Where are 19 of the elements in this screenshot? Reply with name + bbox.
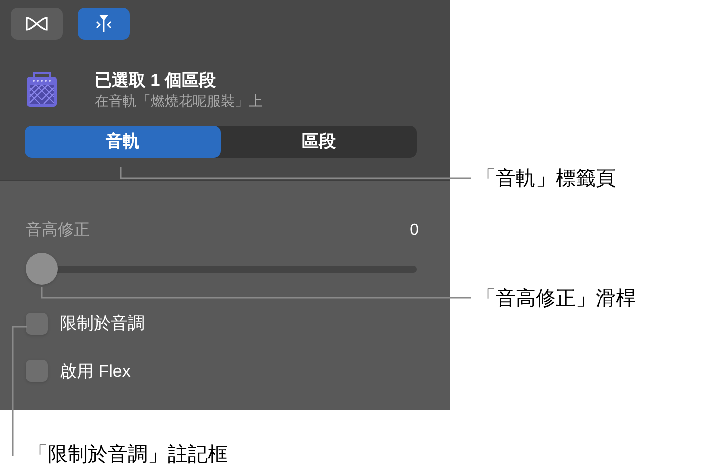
pitch-correction-label: 音高修正	[26, 220, 90, 241]
callout-label: 「限制於音調」註記框	[28, 443, 228, 468]
selection-title: 已選取 1 個區段	[95, 70, 217, 92]
tab[interactable]: 音軌	[25, 126, 221, 158]
bowtie-icon	[25, 16, 49, 32]
checkbox-label: 限制於音調	[60, 313, 145, 335]
slider-thumb[interactable]	[26, 253, 58, 285]
track-subtitle: 在音軌「燃燒花呢服裝」上	[95, 92, 263, 110]
callout-label: 「音高修正」滑桿	[476, 287, 636, 312]
amplifier-icon	[26, 72, 58, 108]
checkbox[interactable]	[26, 312, 48, 335]
pitch-slider[interactable]	[26, 253, 417, 285]
tab[interactable]: 區段	[221, 126, 417, 158]
pitch-correction-value: 0	[410, 221, 419, 241]
toolbar-button[interactable]	[11, 8, 63, 40]
checkbox-label: 啟用 Flex	[60, 360, 131, 382]
checkbox[interactable]	[26, 360, 48, 382]
callout-label: 「音軌」標籤頁	[476, 167, 616, 192]
toolbar-button[interactable]	[78, 8, 130, 40]
